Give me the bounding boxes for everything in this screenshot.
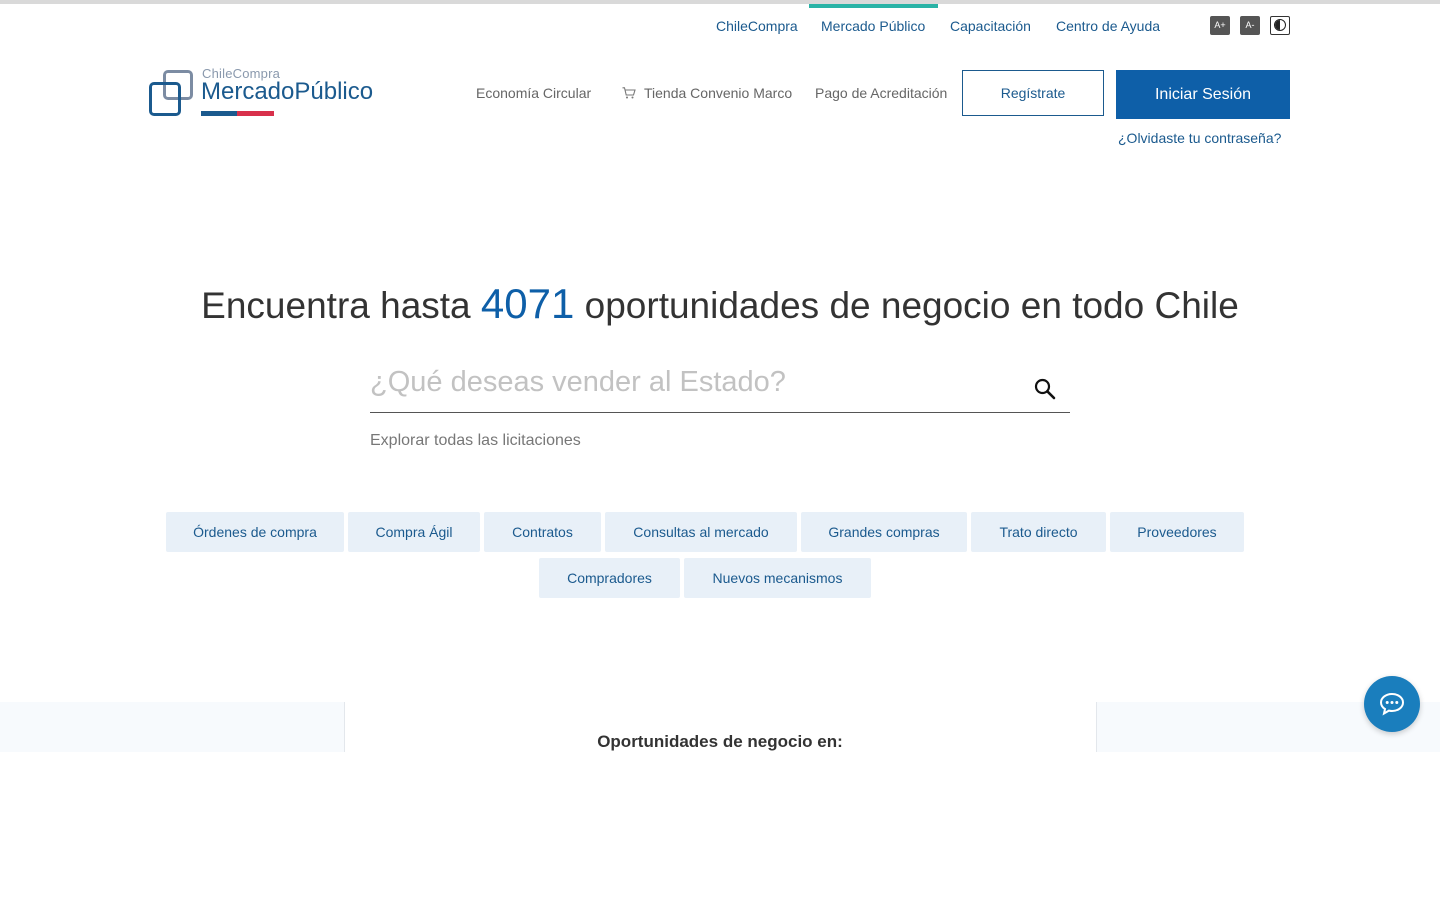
search-icon[interactable] bbox=[1033, 377, 1057, 401]
nav-pago-acreditacion[interactable]: Pago de Acreditación bbox=[815, 85, 947, 101]
utility-nav: ChileCompra Mercado Público Capacitación… bbox=[0, 4, 1440, 48]
utility-link-centro-ayuda[interactable]: Centro de Ayuda bbox=[1056, 18, 1160, 34]
logo-big-text: MercadoPúblico bbox=[201, 78, 374, 105]
contrast-icon bbox=[1274, 19, 1286, 31]
category-proveedores[interactable]: Proveedores bbox=[1110, 512, 1244, 552]
search-input[interactable] bbox=[370, 360, 1010, 404]
chat-button[interactable] bbox=[1364, 676, 1420, 732]
login-button[interactable]: Iniciar Sesión bbox=[1116, 70, 1290, 119]
category-trato-directo[interactable]: Trato directo bbox=[971, 512, 1106, 552]
opportunity-count: 4071 bbox=[480, 280, 575, 327]
hero-title: Encuentra hasta 4071 oportunidades de ne… bbox=[0, 280, 1440, 328]
category-contratos[interactable]: Contratos bbox=[484, 512, 601, 552]
chat-icon bbox=[1379, 692, 1405, 716]
category-ordenes-compra[interactable]: Órdenes de compra bbox=[166, 512, 344, 552]
category-grandes-compras[interactable]: Grandes compras bbox=[801, 512, 967, 552]
nav-economia-circular[interactable]: Economía Circular bbox=[476, 85, 591, 101]
utility-active-indicator bbox=[809, 4, 938, 8]
site-logo[interactable]: ChileCompra MercadoPúblico bbox=[149, 66, 373, 122]
logo-mark bbox=[149, 70, 195, 118]
search-box bbox=[370, 360, 1070, 413]
nav-tienda-convenio-marco[interactable]: Tienda Convenio Marco bbox=[622, 85, 792, 101]
hero-title-after: oportunidades de negocio en todo Chile bbox=[574, 285, 1239, 326]
category-nuevos-mecanismos[interactable]: Nuevos mecanismos bbox=[684, 558, 871, 598]
logo-stripe-blue bbox=[201, 111, 237, 116]
category-consultas-mercado[interactable]: Consultas al mercado bbox=[605, 512, 797, 552]
nav-tienda-label: Tienda Convenio Marco bbox=[644, 85, 793, 101]
hero-title-before: Encuentra hasta bbox=[201, 285, 481, 326]
utility-link-capacitacion[interactable]: Capacitación bbox=[950, 18, 1031, 34]
contrast-toggle-button[interactable] bbox=[1270, 16, 1290, 35]
category-compra-agil[interactable]: Compra Ágil bbox=[348, 512, 480, 552]
explore-all-tenders-link[interactable]: Explorar todas las licitaciones bbox=[370, 432, 581, 450]
utility-link-mercado-publico[interactable]: Mercado Público bbox=[821, 18, 925, 34]
register-button[interactable]: Regístrate bbox=[962, 70, 1104, 116]
category-compradores[interactable]: Compradores bbox=[539, 558, 680, 598]
logo-stripe-red bbox=[237, 111, 274, 116]
section-title: Oportunidades de negocio en: bbox=[597, 732, 843, 751]
forgot-password-link[interactable]: ¿Olvidaste tu contraseña? bbox=[1118, 130, 1281, 146]
utility-link-chilecompra[interactable]: ChileCompra bbox=[716, 18, 798, 34]
font-increase-button[interactable]: A+ bbox=[1210, 16, 1230, 35]
font-decrease-button[interactable]: A- bbox=[1240, 16, 1260, 35]
cart-icon bbox=[622, 87, 636, 99]
